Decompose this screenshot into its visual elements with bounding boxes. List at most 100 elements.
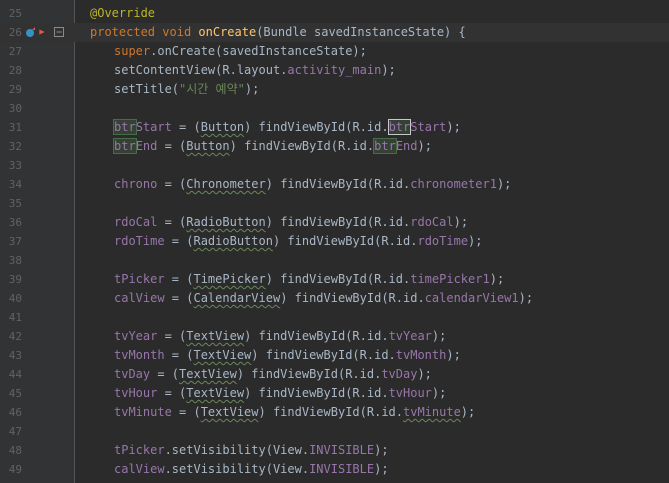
code-line[interactable]: 41 bbox=[0, 308, 669, 327]
code-line[interactable]: 43 tvMonth = (TextView) findViewById(R.id… bbox=[0, 346, 669, 365]
code-token: INVISIBLE bbox=[309, 462, 375, 476]
code-token: ); bbox=[244, 82, 260, 96]
code-line[interactable]: 46 tvMinute = (TextView) findViewById(R.i… bbox=[0, 403, 669, 422]
code-line[interactable]: 39 tPicker = (TimePicker) findViewById(R.… bbox=[0, 270, 669, 289]
code-token: calView bbox=[114, 462, 165, 476]
code-line[interactable]: 44 tvDay = (TextView) findViewById(R.id.t… bbox=[0, 365, 669, 384]
code-token: Button bbox=[186, 139, 230, 153]
code-token: ) findViewById(R.id. bbox=[251, 348, 396, 362]
code-token: ) findViewById(R.id. bbox=[244, 329, 389, 343]
code-line[interactable]: 30 bbox=[0, 99, 669, 118]
code-token: onCreate bbox=[198, 25, 257, 39]
code-line[interactable]: 31 btrStart = (Button) findViewById(R.id.… bbox=[0, 118, 669, 137]
code-token: Start bbox=[135, 120, 172, 134]
code-text[interactable]: tvYear = (TextView) findViewById(R.id.tv… bbox=[114, 327, 446, 346]
code-text[interactable]: calView = (CalendarView) findViewById(R.… bbox=[114, 289, 533, 308]
code-text[interactable]: btrStart = (Button) findViewById(R.id.bt… bbox=[113, 118, 461, 137]
code-line[interactable]: 45 tvHour = (TextView) findViewById(R.id.… bbox=[0, 384, 669, 403]
code-token: ); bbox=[446, 348, 461, 362]
code-token: ); bbox=[374, 462, 389, 476]
code-line[interactable]: 47 bbox=[0, 422, 669, 441]
code-token: .setVisibility(View. bbox=[164, 443, 310, 457]
code-token: btr bbox=[113, 138, 137, 154]
code-text[interactable]: chrono = (Chronometer) findViewById(R.id… bbox=[114, 175, 511, 194]
code-token: timePicker1 bbox=[410, 272, 490, 286]
code-token: ) findViewById(R.id. bbox=[265, 272, 411, 286]
code-line[interactable]: 26 protected void onCreate(Bundle savedIn… bbox=[0, 23, 669, 42]
code-token: protected bbox=[90, 25, 156, 39]
code-text[interactable]: tPicker = (TimePicker) findViewById(R.id… bbox=[114, 270, 504, 289]
code-token: ) findViewById(R.id. bbox=[244, 120, 389, 134]
code-line[interactable]: 32 btrEnd = (Button) findViewById(R.id.bt… bbox=[0, 137, 669, 156]
code-line[interactable]: 42 tvYear = (TextView) findViewById(R.id.… bbox=[0, 327, 669, 346]
code-token: ); bbox=[374, 443, 389, 457]
code-token: TimePicker bbox=[193, 272, 266, 286]
code-token: rdoCal bbox=[114, 215, 158, 229]
code-token: calendarView1 bbox=[424, 291, 519, 305]
code-line[interactable]: 33 bbox=[0, 156, 669, 175]
code-token: btr bbox=[373, 138, 397, 154]
code-line[interactable]: 38 bbox=[0, 251, 669, 270]
code-line[interactable]: 48 tPicker.setVisibility(View.INVISIBLE); bbox=[0, 441, 669, 460]
line-number: 32 bbox=[8, 140, 22, 153]
code-token: ); bbox=[518, 291, 534, 305]
code-token: tvMinute bbox=[403, 405, 461, 419]
line-number: 37 bbox=[8, 235, 22, 248]
code-text[interactable]: setContentView(R.layout.activity_main); bbox=[114, 61, 396, 80]
code-token: Start bbox=[410, 120, 447, 134]
line-number: 43 bbox=[8, 349, 22, 362]
code-editor[interactable]: 25 @Override 26 protected void onCreate(Bun… bbox=[0, 0, 669, 483]
code-token: setContentView(R.layout. bbox=[114, 63, 288, 77]
code-text[interactable]: rdoTime = (RadioButton) findViewById(R.i… bbox=[114, 232, 483, 251]
code-token: rdoTime bbox=[417, 234, 469, 248]
code-line[interactable]: 35 bbox=[0, 194, 669, 213]
line-number: 36 bbox=[8, 216, 22, 229]
code-token: tPicker bbox=[114, 272, 165, 286]
line-number: 34 bbox=[8, 178, 22, 191]
code-line[interactable]: 36 rdoCal = (RadioButton) findViewById(R.… bbox=[0, 213, 669, 232]
line-number: 49 bbox=[8, 463, 22, 476]
code-text[interactable]: super.onCreate(savedInstanceState); bbox=[114, 42, 367, 61]
code-token: tvYear bbox=[388, 329, 432, 343]
code-line[interactable]: 25 @Override bbox=[0, 4, 669, 23]
code-token: tvMonth bbox=[395, 348, 447, 362]
code-text[interactable]: @Override bbox=[90, 4, 155, 23]
code-text[interactable]: calView.setVisibility(View.INVISIBLE); bbox=[114, 460, 389, 479]
code-line[interactable]: 49 calView.setVisibility(View.INVISIBLE); bbox=[0, 460, 669, 479]
code-token: ) findViewById(R.id. bbox=[280, 291, 425, 305]
fold-marker-icon[interactable] bbox=[54, 27, 64, 37]
code-text[interactable]: tPicker.setVisibility(View.INVISIBLE); bbox=[114, 441, 389, 460]
code-token: RadioButton bbox=[186, 215, 266, 229]
code-line[interactable]: 34 chrono = (Chronometer) findViewById(R.… bbox=[0, 175, 669, 194]
code-token: ); bbox=[496, 177, 512, 191]
code-line[interactable]: 28 setContentView(R.layout.activity_main)… bbox=[0, 61, 669, 80]
code-token: "시간 예약" bbox=[179, 82, 245, 96]
code-line[interactable]: 29 setTitle("시간 예약"); bbox=[0, 80, 669, 99]
line-number: 35 bbox=[8, 197, 22, 210]
code-token: @Override bbox=[90, 6, 156, 20]
code-text[interactable]: tvDay = (TextView) findViewById(R.id.tvD… bbox=[114, 365, 432, 384]
code-text[interactable]: rdoCal = (RadioButton) findViewById(R.id… bbox=[114, 213, 468, 232]
code-token: setTitle( bbox=[114, 82, 180, 96]
code-token: tvHour bbox=[114, 386, 158, 400]
code-token: tvHour bbox=[388, 386, 432, 400]
code-token: End bbox=[135, 139, 158, 153]
code-text[interactable]: tvMonth = (TextView) findViewById(R.id.t… bbox=[114, 346, 461, 365]
code-text[interactable]: tvMinute = (TextView) findViewById(R.id.… bbox=[114, 403, 475, 422]
code-token: INVISIBLE bbox=[309, 443, 375, 457]
code-line[interactable]: 37 rdoTime = (RadioButton) findViewById(R… bbox=[0, 232, 669, 251]
code-token: = ( bbox=[157, 215, 187, 229]
code-line[interactable]: 27 super.onCreate(savedInstanceState); bbox=[0, 42, 669, 61]
code-token: = ( bbox=[164, 348, 194, 362]
line-number: 30 bbox=[8, 102, 22, 115]
code-token: ) findViewById(R.id. bbox=[229, 139, 375, 153]
code-text[interactable]: protected void onCreate(Bundle savedInst… bbox=[90, 23, 466, 42]
code-token: ); bbox=[489, 272, 505, 286]
code-line[interactable]: 40 calView = (CalendarView) findViewById(… bbox=[0, 289, 669, 308]
breakpoint-icon bbox=[39, 29, 45, 35]
code-text[interactable]: setTitle("시간 예약"); bbox=[114, 80, 259, 99]
code-text[interactable]: tvHour = (TextView) findViewById(R.id.tv… bbox=[114, 384, 446, 403]
code-token: tvDay bbox=[114, 367, 151, 381]
code-text[interactable]: btrEnd = (Button) findViewById(R.id.btrE… bbox=[113, 137, 432, 156]
code-token: rdoTime bbox=[114, 234, 165, 248]
